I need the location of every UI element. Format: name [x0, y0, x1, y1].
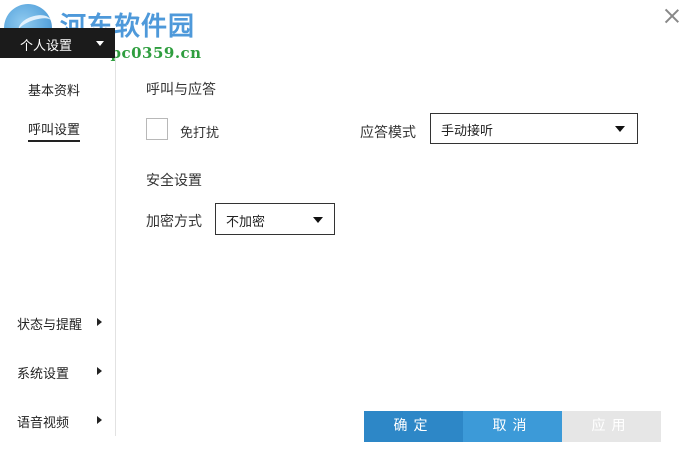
chevron-down-icon: [96, 41, 104, 46]
ok-button[interactable]: 确定: [364, 411, 463, 442]
section-title-call-answer: 呼叫与应答: [146, 82, 216, 98]
do-not-disturb-label: 免打扰: [180, 126, 220, 141]
cancel-button[interactable]: 取消: [463, 411, 562, 442]
sidebar-item-status-reminder[interactable]: 状态与提醒: [17, 314, 107, 333]
do-not-disturb-checkbox[interactable]: [146, 118, 168, 140]
profile-settings-dropdown[interactable]: 个人设置: [0, 28, 115, 58]
profile-settings-label: 个人设置: [20, 39, 73, 54]
encryption-label: 加密方式: [146, 214, 202, 230]
encryption-value: 不加密: [226, 215, 266, 230]
sidebar-item-voice-video[interactable]: 语音视频: [17, 412, 107, 431]
section-title-security: 安全设置: [146, 173, 202, 189]
sidebar-item-call-settings[interactable]: 呼叫设置: [28, 119, 81, 142]
sidebar-item-basic-info[interactable]: 基本资料: [28, 80, 80, 99]
apply-button[interactable]: 应用: [562, 411, 661, 442]
chevron-right-icon: [97, 318, 102, 326]
chevron-right-icon: [97, 367, 102, 375]
chevron-down-icon: [313, 217, 323, 223]
answer-mode-select[interactable]: 手动接听: [430, 113, 638, 144]
sidebar-item-system-settings[interactable]: 系统设置: [17, 363, 107, 382]
answer-mode-value: 手动接听: [441, 124, 494, 139]
sidebar-divider: [115, 58, 116, 436]
sidebar-item-label: 语音视频: [17, 416, 70, 431]
answer-mode-label: 应答模式: [360, 125, 416, 141]
sidebar-item-label: 状态与提醒: [17, 318, 83, 333]
sidebar-item-label: 系统设置: [17, 367, 70, 382]
chevron-right-icon: [97, 416, 102, 424]
encryption-select[interactable]: 不加密: [215, 203, 335, 235]
chevron-down-icon: [615, 126, 625, 132]
close-icon[interactable]: [662, 6, 682, 26]
